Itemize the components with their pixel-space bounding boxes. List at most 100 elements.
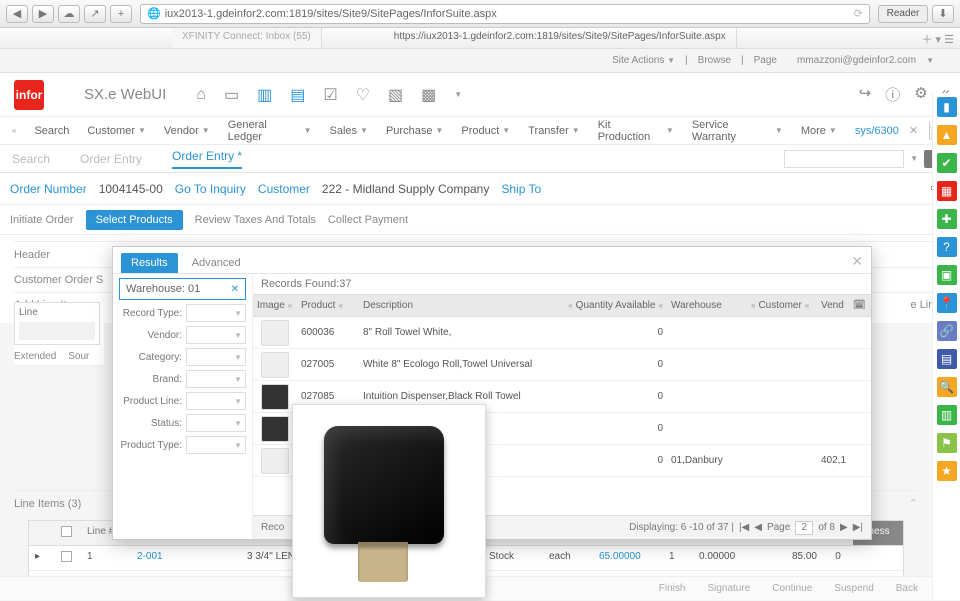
rail-item-11[interactable]: ▥ (937, 405, 957, 425)
more-icon[interactable]: ▼ (454, 90, 462, 99)
sp-user[interactable]: mmazzoni@gdeinfor2.com (797, 55, 916, 66)
back-button[interactable]: ◀ (6, 5, 28, 23)
gear-icon[interactable]: ⚙ (914, 84, 927, 105)
modal-tabs: Results Advanced (113, 247, 871, 274)
module-icon[interactable]: ▥ (257, 85, 272, 105)
result-row-1[interactable]: 027005 White 8" Ecologo Roll,Towel Unive… (253, 349, 871, 381)
ship-icon[interactable]: ▩ (421, 85, 436, 105)
new-tab-button[interactable]: ＋ ▾ ☰ (916, 28, 960, 48)
filter-select-5[interactable]: ▼ (186, 414, 246, 432)
signature-button[interactable]: Signature (707, 583, 750, 594)
heart-icon[interactable]: ♡ (356, 85, 370, 105)
secnav-orderentry[interactable]: Order Entry (80, 152, 142, 166)
rail-item-7[interactable]: 📍 (937, 293, 957, 313)
pager-prev[interactable]: ◀ (754, 522, 762, 533)
browser-tab-1[interactable]: XFINITY Connect: Inbox (55) (172, 28, 322, 48)
filter-select-2[interactable]: ▼ (186, 348, 246, 366)
pager-first[interactable]: |◀ (739, 522, 749, 533)
rail-item-3[interactable]: ▦ (937, 181, 957, 201)
menu-purchase[interactable]: Purchase▼ (386, 125, 443, 137)
sys-link[interactable]: sys/6300 (855, 125, 899, 137)
report-icon[interactable]: ▧ (388, 85, 403, 105)
pager-next[interactable]: ▶ (840, 522, 848, 533)
browser-tab-2[interactable]: https://iux2013-1.gdeinfor2.com:1819/sit… (384, 28, 737, 48)
continue-button[interactable]: Continue (772, 583, 812, 594)
secnav-search[interactable]: Search (12, 152, 50, 166)
reload-icon[interactable]: ⟳ (854, 7, 863, 20)
step-collect[interactable]: Collect Payment (328, 214, 408, 226)
rail-item-6[interactable]: ▣ (937, 265, 957, 285)
back-button-footer[interactable]: Back (896, 583, 918, 594)
reader-button[interactable]: Reader (878, 5, 928, 23)
menu-transfer[interactable]: Transfer▼ (528, 125, 579, 137)
finish-button[interactable]: Finish (659, 583, 686, 594)
check-icon[interactable]: ☑ (323, 85, 337, 105)
menu-vendor[interactable]: Vendor▼ (164, 125, 210, 137)
share-link-icon[interactable]: ↪ (859, 84, 872, 105)
share-icon[interactable]: ↗ (84, 5, 106, 23)
activity-icon[interactable]: ▤ (290, 85, 305, 105)
filter-select-6[interactable]: ▼ (186, 436, 246, 454)
page-input[interactable]: 2 (795, 521, 813, 535)
pager-last[interactable]: ▶| (853, 522, 863, 533)
clear-warehouse-icon[interactable]: ✕ (231, 284, 239, 295)
rail-item-12[interactable]: ⚑ (937, 433, 957, 453)
rail-item-8[interactable]: 🔗 (937, 321, 957, 341)
quick-search-caret[interactable]: ▼ (910, 154, 918, 163)
rail-item-1[interactable]: ▲ (937, 125, 957, 145)
menu-more[interactable]: More▼ (801, 125, 837, 137)
forward-button[interactable]: ▶ (32, 5, 54, 23)
add-button[interactable]: + (110, 5, 132, 23)
tab-results[interactable]: Results (121, 253, 178, 273)
filter-select-1[interactable]: ▼ (186, 326, 246, 344)
rail-item-5[interactable]: ? (937, 237, 957, 257)
rail-item-10[interactable]: 🔍 (937, 377, 957, 397)
suspend-button[interactable]: Suspend (834, 583, 873, 594)
sp-browse[interactable]: Browse (698, 55, 731, 66)
step-initiate[interactable]: Initiate Order (10, 214, 74, 226)
info-icon[interactable]: ⓘ (885, 84, 900, 105)
menu-kit[interactable]: Kit Production▼ (598, 119, 674, 143)
qty-available: 0 (557, 359, 667, 370)
filter-select-0[interactable]: ▼ (186, 304, 246, 322)
row-checkbox[interactable] (61, 551, 72, 562)
tab-sourcing[interactable]: Sour (68, 351, 89, 362)
customer-link[interactable]: Customer (258, 182, 310, 196)
rail-item-13[interactable]: ★ (937, 461, 957, 481)
downloads-icon[interactable]: ⬇ (932, 5, 954, 23)
step-review[interactable]: Review Taxes And Totals (195, 214, 316, 226)
inbox-icon[interactable]: ▭ (224, 85, 239, 105)
menu-warranty[interactable]: Service Warranty▼ (692, 119, 783, 143)
site-actions[interactable]: Site Actions ▼ (612, 55, 675, 66)
sp-page[interactable]: Page (754, 55, 777, 66)
sys-close-icon[interactable]: ✕ (909, 124, 918, 137)
cloud-icon[interactable]: ☁ (58, 5, 80, 23)
rail-item-2[interactable]: ✔ (937, 153, 957, 173)
result-row-0[interactable]: 600036 8" Roll Towel White, 0 (253, 317, 871, 349)
footer-records: Reco (261, 522, 284, 533)
product-link[interactable]: 2-001 (137, 551, 163, 562)
filter-select-3[interactable]: ▼ (186, 370, 246, 388)
url-bar[interactable]: 🌐 iux2013-1.gdeinfor2.com:1819/sites/Sit… (140, 4, 870, 24)
close-icon[interactable]: ✕ (851, 253, 863, 270)
tab-advanced[interactable]: Advanced (182, 253, 251, 273)
quick-search-input[interactable] (784, 150, 904, 168)
menu-gl[interactable]: General Ledger▼ (228, 119, 312, 143)
secnav-orderentry-active[interactable]: Order Entry * (172, 149, 242, 169)
shipto-link[interactable]: Ship To (501, 182, 541, 196)
tab-extended[interactable]: Extended (14, 351, 56, 362)
select-all-checkbox[interactable] (61, 526, 72, 537)
menu-search[interactable]: Search (34, 125, 69, 137)
warehouse-filter[interactable]: Warehouse: 01 ✕ (119, 278, 246, 300)
rail-item-4[interactable]: ✚ (937, 209, 957, 229)
rail-item-0[interactable]: ▮ (937, 97, 957, 117)
menu-collapse-icon[interactable]: « (12, 126, 16, 135)
menu-sales[interactable]: Sales▼ (330, 125, 368, 137)
goto-inquiry-link[interactable]: Go To Inquiry (175, 182, 246, 196)
menu-product[interactable]: Product▼ (461, 125, 510, 137)
step-select[interactable]: Select Products (86, 210, 183, 230)
home-icon[interactable]: ⌂ (196, 86, 206, 104)
menu-customer[interactable]: Customer▼ (87, 125, 146, 137)
filter-select-4[interactable]: ▼ (186, 392, 246, 410)
rail-item-9[interactable]: ▤ (937, 349, 957, 369)
